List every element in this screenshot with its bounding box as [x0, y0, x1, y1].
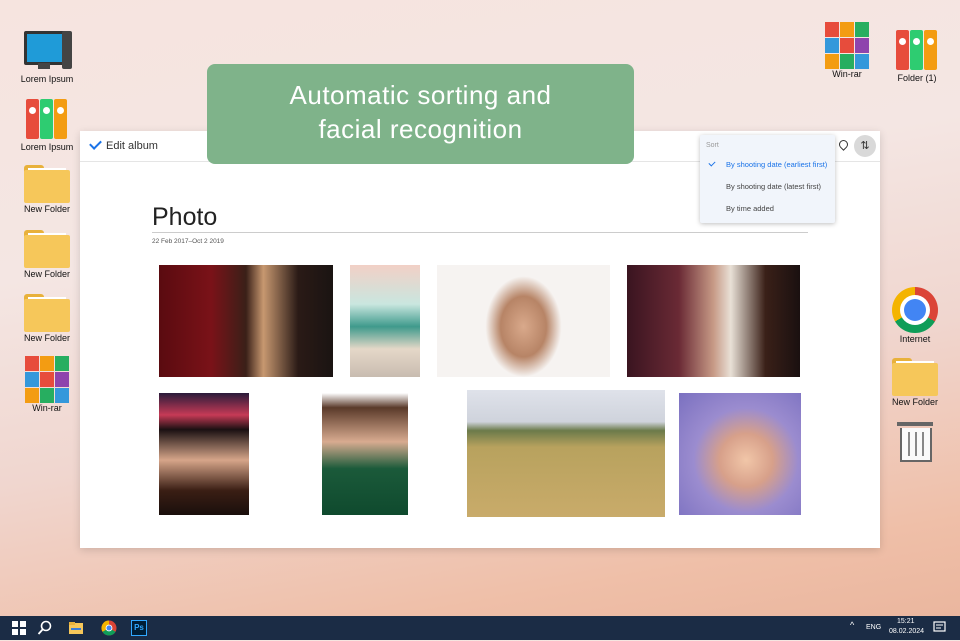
- desktop-icon-winrar[interactable]: Win-rar: [15, 356, 79, 413]
- feature-banner: Automatic sorting and facial recognition: [207, 64, 634, 164]
- photoshop-label: Ps: [134, 623, 144, 632]
- taskbar: Ps ^ ENG 15:21 08.02.2024: [0, 616, 960, 640]
- photoshop-icon[interactable]: Ps: [131, 620, 147, 636]
- binders-icon: [894, 26, 940, 72]
- desktop-icon-computer[interactable]: Lorem Ipsum: [15, 27, 79, 84]
- folder-icon: [24, 228, 70, 268]
- banner-line-1: Automatic sorting and: [289, 80, 552, 110]
- trash-icon: [897, 418, 933, 462]
- photo-tile[interactable]: [159, 265, 333, 377]
- banner-line-2: facial recognition: [318, 114, 523, 144]
- desktop-icon-label: Internet: [899, 334, 931, 344]
- desktop-icon-winrar-right[interactable]: Win-rar: [815, 22, 879, 79]
- photo-tile[interactable]: [350, 265, 420, 377]
- sort-menu: Sort By shooting date (earliest first) B…: [700, 135, 835, 223]
- album-title: Photo: [152, 203, 218, 231]
- sort-button[interactable]: ⇅: [854, 135, 876, 157]
- check-icon: [708, 159, 716, 167]
- chevron-up-icon[interactable]: ^: [850, 620, 854, 630]
- desktop-icon-label: New Folder: [23, 269, 70, 279]
- desktop-icon-folder-right[interactable]: New Folder: [883, 356, 947, 407]
- photo-tile[interactable]: [159, 393, 249, 515]
- desktop-icon-recycle-bin[interactable]: [883, 418, 947, 462]
- desktop-icon-label: Win-rar: [32, 403, 62, 413]
- desktop-icon-internet[interactable]: Internet: [883, 287, 947, 344]
- desktop-icon-label: New Folder: [23, 333, 70, 343]
- title-divider: [152, 232, 808, 233]
- photo-tile[interactable]: [437, 265, 610, 377]
- file-explorer-icon[interactable]: [68, 620, 84, 636]
- desktop-icon-label: New Folder: [23, 204, 70, 214]
- desktop-icon-label: Win-rar: [832, 69, 862, 79]
- sort-option-earliest[interactable]: By shooting date (earliest first): [726, 160, 827, 169]
- desktop-icon-label: Lorem Ipsum: [20, 74, 74, 84]
- desktop-icon-folder-3[interactable]: New Folder: [15, 292, 79, 343]
- desktop-icon-label: Folder (1): [897, 73, 937, 83]
- search-icon[interactable]: [37, 620, 53, 636]
- desktop-icon-folder-binders[interactable]: Folder (1): [885, 26, 949, 83]
- chrome-icon[interactable]: [101, 620, 117, 636]
- winrar-icon: [825, 22, 869, 69]
- album-date-range: 22 Feb 2017–Oct 2 2019: [152, 238, 224, 245]
- desktop-icon-label: Lorem Ipsum: [20, 142, 74, 152]
- start-icon[interactable]: [11, 620, 27, 636]
- sort-menu-header: Sort: [706, 142, 719, 149]
- sort-option-time-added[interactable]: By time added: [726, 204, 774, 213]
- folder-icon: [892, 356, 938, 396]
- desktop-icon-folder-1[interactable]: New Folder: [15, 163, 79, 214]
- desktop-icon-label: New Folder: [891, 397, 938, 407]
- photo-tile[interactable]: [467, 390, 665, 517]
- binders-icon: [24, 95, 70, 141]
- winrar-icon: [25, 356, 69, 403]
- photo-tile[interactable]: [679, 393, 801, 515]
- chrome-icon: [892, 287, 938, 333]
- clock-time[interactable]: 15:21: [897, 618, 915, 625]
- photo-tile[interactable]: [627, 265, 800, 377]
- desktop-icon-binders[interactable]: Lorem Ipsum: [15, 95, 79, 152]
- clock-date[interactable]: 08.02.2024: [889, 628, 924, 635]
- folder-icon: [24, 292, 70, 332]
- location-pin-icon[interactable]: [837, 138, 850, 151]
- photo-tile[interactable]: [322, 393, 408, 515]
- desktop-icon-folder-2[interactable]: New Folder: [15, 228, 79, 279]
- check-icon[interactable]: [89, 137, 102, 150]
- edit-album-label[interactable]: Edit album: [106, 140, 158, 152]
- folder-icon: [24, 163, 70, 203]
- notification-icon[interactable]: [933, 620, 947, 636]
- language-indicator[interactable]: ENG: [866, 624, 881, 631]
- computer-icon: [24, 27, 72, 73]
- sort-option-latest[interactable]: By shooting date (latest first): [726, 182, 821, 191]
